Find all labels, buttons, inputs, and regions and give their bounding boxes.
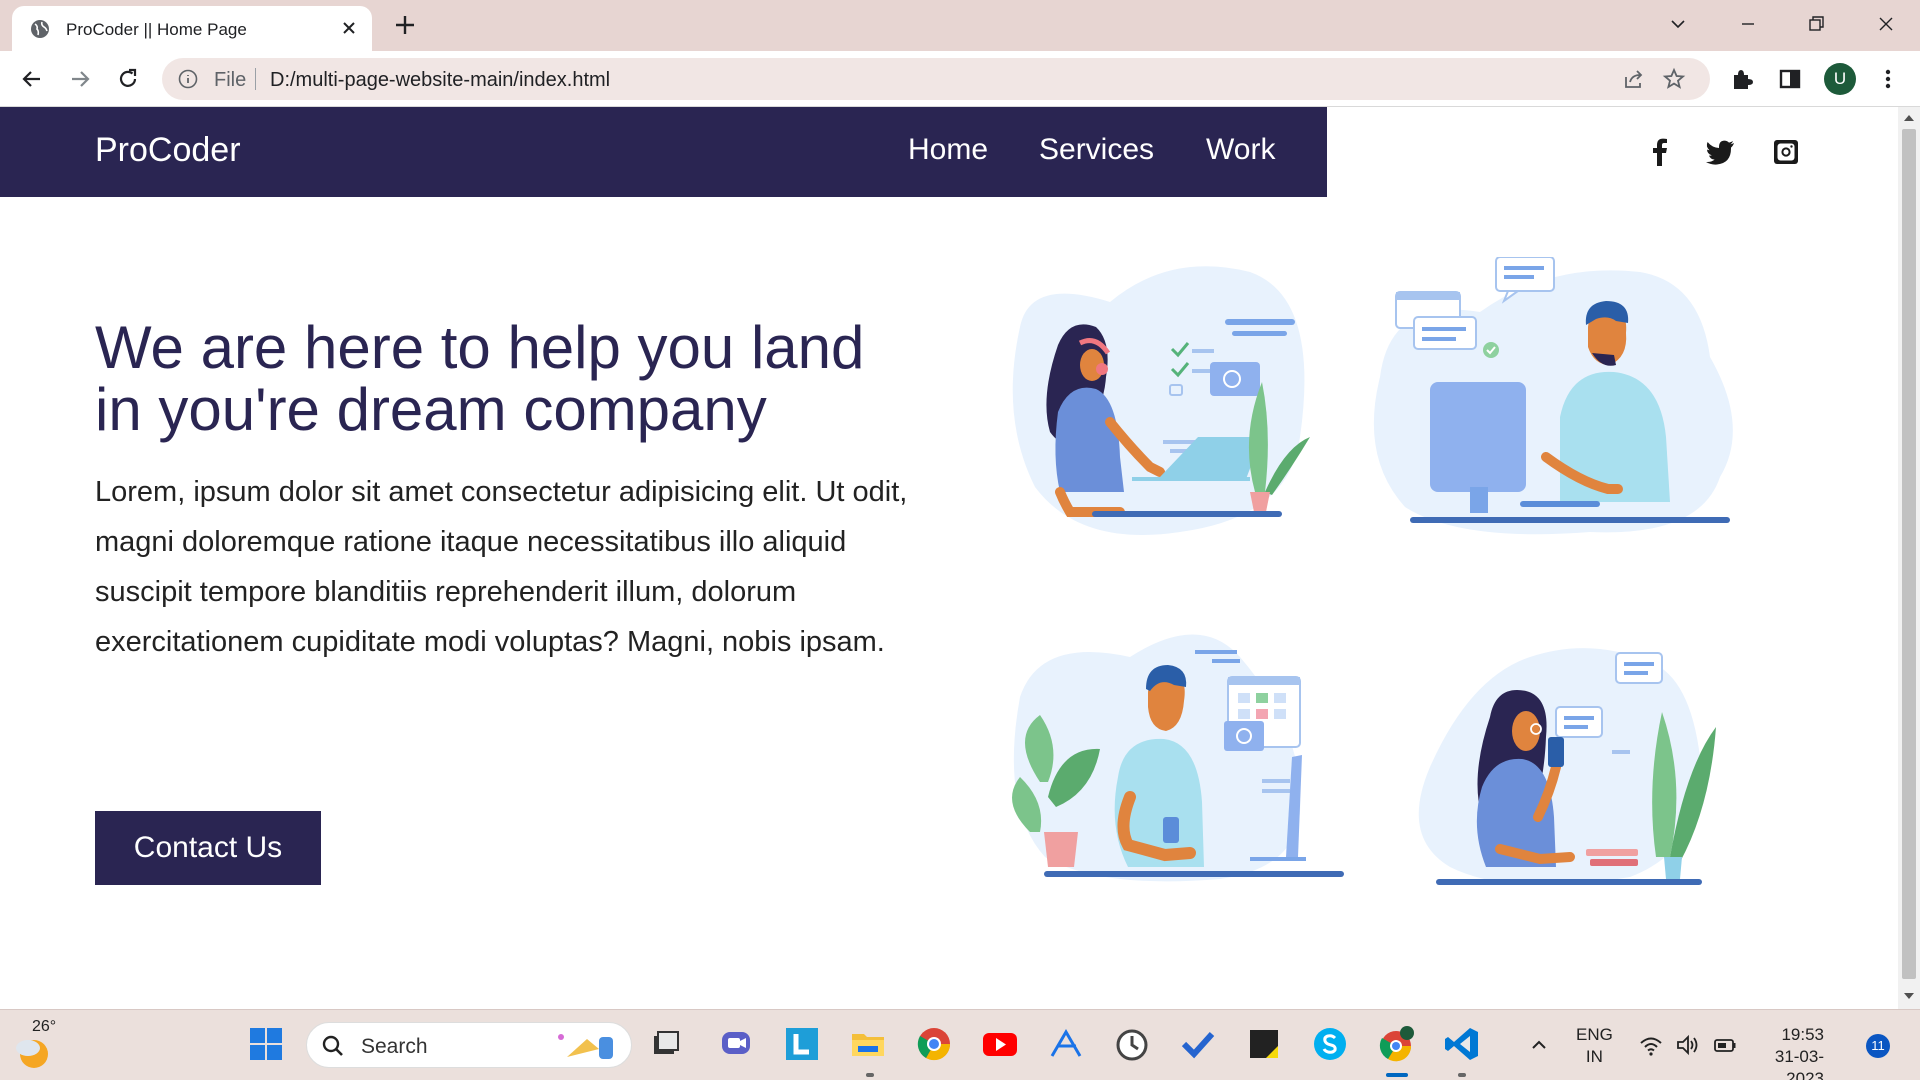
show-hidden-icons-chevron-icon[interactable] bbox=[1526, 1032, 1552, 1058]
hero-description: Lorem, ipsum dolor sit amet consectetur … bbox=[95, 476, 908, 658]
skype-icon[interactable] bbox=[1310, 1024, 1350, 1064]
browser-tab-strip: ProCoder || Home Page bbox=[0, 0, 1920, 51]
taskbar-search-box[interactable]: Search bbox=[306, 1022, 632, 1068]
l-app-icon[interactable] bbox=[782, 1024, 822, 1064]
todo-icon[interactable] bbox=[1178, 1024, 1218, 1064]
clock-time: 19:53 bbox=[1781, 1025, 1824, 1044]
nav-link-home[interactable]: Home bbox=[908, 133, 988, 167]
site-navbar: ProCoder Home Services Work bbox=[0, 107, 1327, 197]
share-icon[interactable] bbox=[1622, 67, 1646, 91]
hero-title: We are here to help you land in you're d… bbox=[95, 317, 915, 441]
address-separator bbox=[255, 68, 256, 90]
url-text[interactable]: D:/multi-page-website-main/index.html bbox=[270, 69, 610, 92]
windows-start-icon[interactable] bbox=[246, 1024, 286, 1064]
contact-us-button[interactable]: Contact Us bbox=[95, 811, 321, 885]
instagram-icon[interactable] bbox=[1769, 135, 1803, 169]
facebook-icon[interactable] bbox=[1643, 135, 1677, 169]
close-window-icon[interactable] bbox=[1872, 10, 1900, 38]
notification-badge[interactable]: 11 bbox=[1866, 1034, 1890, 1058]
profile-avatar[interactable]: U bbox=[1824, 63, 1856, 95]
wifi-icon[interactable] bbox=[1638, 1032, 1664, 1058]
file-explorer-icon[interactable] bbox=[848, 1024, 888, 1064]
man-desktop-computer-illustration bbox=[1373, 257, 1733, 535]
browser-tab[interactable]: ProCoder || Home Page bbox=[12, 6, 372, 51]
tab-title: ProCoder || Home Page bbox=[66, 20, 247, 39]
chrome-icon[interactable] bbox=[914, 1024, 954, 1064]
restore-icon[interactable] bbox=[1802, 10, 1830, 38]
active-app-indicator bbox=[1386, 1073, 1408, 1077]
language-indicator[interactable]: ENG IN bbox=[1576, 1024, 1613, 1068]
woman-phone-illustration bbox=[1418, 648, 1716, 885]
tab-search-chevron-icon[interactable] bbox=[1664, 10, 1692, 38]
volume-icon[interactable] bbox=[1674, 1032, 1700, 1058]
language-code: ENG bbox=[1576, 1025, 1613, 1044]
battery-icon[interactable] bbox=[1712, 1032, 1738, 1058]
task-view-icon[interactable] bbox=[646, 1024, 686, 1064]
running-app-indicator bbox=[866, 1073, 874, 1077]
hero-title-line-2: in you're dream company bbox=[95, 376, 767, 443]
vector-app-icon[interactable] bbox=[1046, 1024, 1086, 1064]
man-plant-monitor-illustration bbox=[1012, 634, 1344, 882]
more-menu-icon[interactable] bbox=[1874, 65, 1902, 93]
brand-logo[interactable]: ProCoder bbox=[95, 131, 241, 170]
back-arrow-icon[interactable] bbox=[18, 65, 46, 93]
scroll-thumb[interactable] bbox=[1902, 129, 1916, 979]
bookmark-star-icon[interactable] bbox=[1662, 67, 1686, 91]
site-info-icon[interactable] bbox=[178, 69, 198, 89]
weather-temperature: 26° bbox=[32, 1018, 57, 1035]
scroll-down-arrow-icon[interactable] bbox=[1903, 991, 1915, 1001]
reload-icon[interactable] bbox=[114, 65, 142, 93]
close-tab-icon[interactable] bbox=[338, 17, 360, 39]
forward-arrow-icon[interactable] bbox=[66, 65, 94, 93]
new-tab-icon[interactable] bbox=[392, 12, 418, 38]
search-placeholder: Search bbox=[361, 1035, 428, 1058]
sticky-notes-icon[interactable] bbox=[1244, 1024, 1284, 1064]
clock-app-icon[interactable] bbox=[1112, 1024, 1152, 1064]
search-highlight-art-icon bbox=[558, 1034, 613, 1059]
nav-link-services[interactable]: Services bbox=[1039, 133, 1154, 167]
minimize-icon[interactable] bbox=[1734, 10, 1762, 38]
search-icon bbox=[322, 1035, 343, 1056]
running-app-indicator bbox=[1458, 1073, 1466, 1077]
browser-toolbar: File D:/multi-page-website-main/index.ht… bbox=[0, 51, 1920, 107]
twitter-icon[interactable] bbox=[1703, 135, 1737, 169]
headset-woman-laptop-illustration bbox=[1012, 266, 1310, 535]
youtube-icon[interactable] bbox=[980, 1024, 1020, 1064]
file-scheme-label: File bbox=[214, 69, 247, 91]
extensions-puzzle-icon[interactable] bbox=[1728, 65, 1756, 93]
nav-link-work[interactable]: Work bbox=[1206, 133, 1275, 167]
globe-icon bbox=[31, 20, 49, 38]
chrome-profile-icon[interactable] bbox=[1376, 1024, 1416, 1064]
vscode-icon[interactable] bbox=[1442, 1024, 1482, 1064]
windows-taskbar: 26° Search ENG IN 19:53 31-03-2023 11 bbox=[0, 1009, 1920, 1080]
clock-date: 31-03-2023 bbox=[1774, 1047, 1824, 1080]
teams-icon[interactable] bbox=[716, 1024, 756, 1064]
hero-title-line-1: We are here to help you land bbox=[95, 314, 865, 381]
taskbar-clock[interactable]: 19:53 31-03-2023 bbox=[1760, 1024, 1824, 1080]
scroll-up-arrow-icon[interactable] bbox=[1903, 113, 1915, 123]
side-panel-icon[interactable] bbox=[1776, 65, 1804, 93]
region-code: IN bbox=[1585, 1047, 1603, 1066]
address-bar[interactable]: File D:/multi-page-website-main/index.ht… bbox=[162, 58, 1710, 100]
page-viewport: ProCoder Home Services Work We are here … bbox=[0, 107, 1898, 1009]
page-scrollbar[interactable] bbox=[1898, 107, 1920, 1009]
